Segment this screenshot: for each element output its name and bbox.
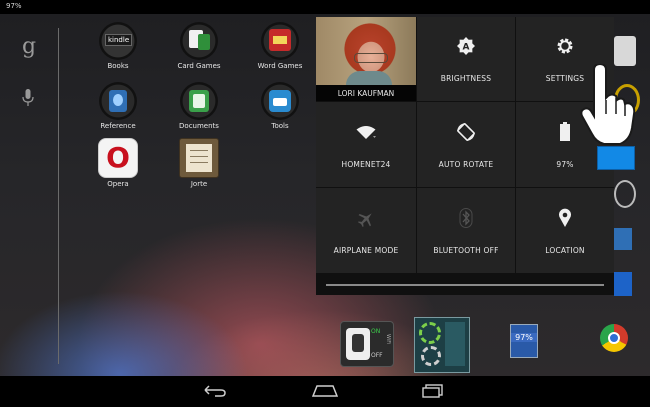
app-label: Word Games [257,62,303,70]
brightness-glyph: A [463,43,470,53]
app-jorte[interactable]: Jorte [171,138,227,188]
wifi-widget-toggle[interactable] [346,328,370,360]
battery-icon [560,122,570,141]
hand-pointer-icon [580,64,636,145]
quick-settings-panel: LORI KAUFMAN A BRIGHTNESS SETTINGS HOMEN… [316,17,614,295]
microphone-icon[interactable] [22,89,34,107]
app-label: Card Games [177,62,221,70]
jorte-icon [179,138,219,178]
google-search-icon[interactable]: g [22,34,36,59]
app-tools[interactable]: Tools [252,82,308,130]
search-bar[interactable]: g [0,14,58,366]
brightness-tile[interactable]: A BRIGHTNESS [417,17,515,101]
location-pin-icon [559,208,571,227]
wifi-widget-label: WiFi [385,334,391,345]
app-reference[interactable]: Reference [90,82,146,130]
back-icon[interactable] [203,385,227,397]
app-label: Opera [107,180,129,188]
status-bar[interactable]: 97% [0,0,650,14]
profile-name-bar: LORI KAUFMAN [316,85,416,101]
app-books[interactable]: kindle Books [90,22,146,70]
screen: 97% g kindle Books Card Games Word Games [0,0,650,407]
card-games-icon [180,22,218,60]
gear-icon [557,38,573,54]
app-label: Jorte [190,180,208,188]
app-documents[interactable]: Documents [171,82,227,130]
recents-icon[interactable] [422,384,444,398]
location-label: LOCATION [545,246,585,255]
gear-widget-icon [421,346,441,366]
highlight-marker [597,146,635,170]
panel-scroll-indicator[interactable] [326,284,604,286]
profile-name: LORI KAUFMAN [337,89,395,98]
airplane-icon [357,213,372,228]
opera-logo: O [106,141,130,174]
bluetooth-widget-icon [445,322,465,366]
chrome-icon[interactable] [600,324,628,352]
app-label: Tools [271,122,289,130]
edge-app-icon[interactable] [614,36,636,66]
word-games-icon [261,22,299,60]
gear-widget-icon [419,322,441,344]
edge-app-icon[interactable] [614,180,636,208]
location-tile[interactable]: LOCATION [516,188,614,273]
profile-shirt [346,71,392,85]
wifi-label: HOMENET24 [341,160,391,169]
wifi-tile[interactable]: HOMENET24 [316,102,416,187]
auto-rotate-tile[interactable]: AUTO ROTATE [417,102,515,187]
settings-widget[interactable] [414,317,470,373]
bluetooth-icon [459,208,473,228]
app-label: Documents [179,122,219,130]
battery-widget-text: 97% [511,333,537,342]
wifi-widget-on: ON [371,328,381,335]
wifi-widget[interactable]: ON OFF WiFi [340,321,394,367]
status-battery-text: 97% [6,2,22,10]
tools-icon [261,82,299,120]
battery-widget[interactable]: 97% [510,324,538,358]
wifi-widget-off: OFF [371,352,383,359]
kindle-icon: kindle [105,34,133,46]
app-word-games[interactable]: Word Games [252,22,308,70]
edge-app-icon[interactable] [614,228,632,250]
opera-icon: O [98,138,138,178]
edge-app-icon[interactable] [614,272,632,296]
brightness-auto-icon: A [457,37,475,55]
app-label: Books [107,62,129,70]
divider [58,28,59,364]
profile-glasses [354,53,388,63]
books-icon: kindle [99,22,137,60]
reference-icon [99,82,137,120]
home-icon[interactable] [312,385,338,397]
profile-photo [316,17,416,85]
profile-tile[interactable]: LORI KAUFMAN [316,17,416,101]
navigation-bar [0,376,650,407]
app-label: Reference [100,122,136,130]
wifi-icon [356,126,376,139]
brightness-label: BRIGHTNESS [440,74,492,83]
documents-icon [180,82,218,120]
app-opera[interactable]: O Opera [90,138,146,188]
airplane-tile[interactable]: AIRPLANE MODE [316,188,416,273]
auto-rotate-label: AUTO ROTATE [438,160,494,169]
bluetooth-label: BLUETOOTH OFF [433,246,499,255]
auto-rotate-icon [457,123,475,141]
airplane-label: AIRPLANE MODE [333,246,399,255]
bluetooth-tile[interactable]: BLUETOOTH OFF [417,188,515,273]
app-card-games[interactable]: Card Games [171,22,227,70]
